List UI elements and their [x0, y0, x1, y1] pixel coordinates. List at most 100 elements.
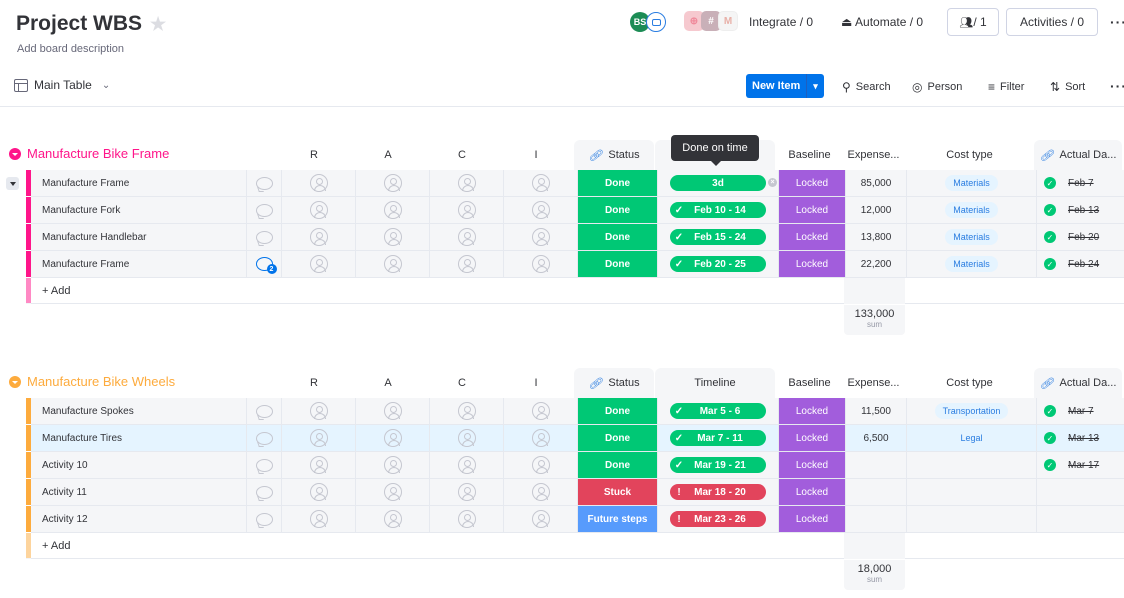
column-header-c[interactable]: C [425, 368, 499, 398]
item-name[interactable]: Manufacture Fork [31, 197, 247, 224]
cost-type-cell[interactable] [907, 506, 1037, 533]
person-cell-a[interactable] [356, 170, 430, 197]
search-button[interactable]: ⚲ Search [842, 80, 891, 94]
timeline-pill[interactable]: ! Mar 18 - 20 [670, 484, 766, 500]
board-description[interactable]: Add board description [17, 43, 124, 55]
column-header-status[interactable]: 🔗︎ Status [574, 140, 654, 170]
video-call-icon[interactable] [646, 12, 666, 32]
timeline-cell[interactable]: 3d × [658, 170, 779, 197]
timeline-cell[interactable]: ✓ Mar 19 - 21 [658, 452, 779, 479]
table-row[interactable]: Manufacture Spokes Done ✓ Mar 5 - 6 Locke… [26, 398, 1124, 425]
status-cell[interactable]: Done [578, 224, 658, 251]
person-cell-r[interactable] [282, 398, 356, 425]
status-cell[interactable]: Done [578, 425, 658, 452]
add-item-row[interactable]: + Add [26, 277, 1124, 304]
updates-cell[interactable] [247, 479, 282, 506]
sort-button[interactable]: ⇅ Sort [1050, 80, 1085, 94]
activities-button[interactable]: Activities / 0 [1006, 8, 1098, 36]
expense-cell[interactable]: 6,500 [846, 425, 907, 452]
person-cell-c[interactable] [430, 425, 504, 452]
group-title[interactable]: Manufacture Bike Wheels [9, 374, 175, 389]
status-cell[interactable]: Stuck [578, 479, 658, 506]
person-cell-r[interactable] [282, 197, 356, 224]
column-header-r[interactable]: R [277, 368, 351, 398]
baseline-cell[interactable]: Locked [779, 398, 846, 425]
add-update-icon[interactable] [255, 203, 273, 217]
person-cell-a[interactable] [356, 425, 430, 452]
expense-sum[interactable]: 18,000 sum [844, 560, 905, 590]
add-update-icon[interactable] [255, 485, 273, 499]
updates-cell[interactable]: 2 [247, 251, 282, 278]
updates-cell[interactable] [247, 197, 282, 224]
person-cell-a[interactable] [356, 452, 430, 479]
item-name[interactable]: Manufacture Frame [31, 251, 247, 278]
expense-cell[interactable] [846, 452, 907, 479]
actual-date-cell[interactable]: ✓ Mar 13 [1037, 425, 1124, 452]
timeline-cell[interactable]: ✓ Feb 15 - 24 [658, 224, 779, 251]
add-update-icon[interactable] [255, 431, 273, 445]
table-row[interactable]: Activity 10 Done ✓ Mar 19 - 21 Locked ✓ Ma… [26, 452, 1124, 479]
expense-cell[interactable]: 11,500 [846, 398, 907, 425]
add-item-input[interactable]: + Add [31, 285, 70, 297]
actual-date-cell[interactable] [1037, 506, 1124, 533]
item-name[interactable]: Activity 11 [31, 479, 247, 506]
more-options-icon[interactable]: ··· [1110, 14, 1124, 30]
group-title[interactable]: Manufacture Bike Frame [9, 146, 169, 161]
person-cell-r[interactable] [282, 425, 356, 452]
cost-type-cell[interactable]: Materials [907, 251, 1037, 278]
members-button[interactable]: 👥︎ / 1 [947, 8, 999, 36]
actual-date-cell[interactable]: ✓ Mar 17 [1037, 452, 1124, 479]
item-name[interactable]: Manufacture Tires [31, 425, 247, 452]
actual-date-cell[interactable] [1037, 479, 1124, 506]
board-title-text[interactable]: Project WBS [16, 12, 142, 36]
updates-cell[interactable] [247, 425, 282, 452]
person-cell-i[interactable] [504, 398, 578, 425]
item-name[interactable]: Manufacture Frame [31, 170, 247, 197]
add-update-icon[interactable] [255, 458, 273, 472]
person-cell-r[interactable] [282, 479, 356, 506]
person-cell-r[interactable] [282, 452, 356, 479]
updates-cell[interactable] [247, 506, 282, 533]
column-header-baseline[interactable]: Baseline [776, 368, 843, 398]
add-item-row[interactable]: + Add [26, 532, 1124, 559]
integrate-button[interactable]: Integrate / 0 [749, 15, 813, 29]
column-header-baseline[interactable]: Baseline [776, 140, 843, 170]
timeline-cell[interactable]: ! Mar 23 - 26 [658, 506, 779, 533]
table-row[interactable]: Manufacture Handlebar Done ✓ Feb 15 - 24 … [26, 224, 1124, 251]
person-cell-r[interactable] [282, 251, 356, 278]
status-cell[interactable]: Future steps [578, 506, 658, 533]
expense-cell[interactable]: 13,800 [846, 224, 907, 251]
actual-date-cell[interactable]: ✓ Feb 20 [1037, 224, 1124, 251]
person-cell-i[interactable] [504, 170, 578, 197]
person-cell-c[interactable] [430, 224, 504, 251]
timeline-cell[interactable]: ✓ Feb 20 - 25 [658, 251, 779, 278]
column-header-c[interactable]: C [425, 140, 499, 170]
add-update-icon[interactable] [255, 230, 273, 244]
table-row[interactable]: Manufacture Fork Done ✓ Feb 10 - 14 Locke… [26, 197, 1124, 224]
person-cell-c[interactable] [430, 197, 504, 224]
timeline-pill[interactable]: ! Mar 23 - 26 [670, 511, 766, 527]
column-header-actual[interactable]: 🔗︎ Actual Da... [1034, 368, 1122, 398]
baseline-cell[interactable]: Locked [779, 251, 846, 278]
baseline-cell[interactable]: Locked [779, 170, 846, 197]
person-cell-i[interactable] [504, 251, 578, 278]
expense-cell[interactable] [846, 479, 907, 506]
timeline-pill[interactable]: 3d × [670, 175, 777, 191]
automate-button[interactable]: ⏏ Automate / 0 [841, 15, 923, 29]
status-cell[interactable]: Done [578, 398, 658, 425]
board-title[interactable]: Project WBS ★ [16, 12, 166, 36]
timeline-pill[interactable]: ✓ Feb 10 - 14 [670, 202, 766, 218]
new-item-label[interactable]: New Item [746, 80, 806, 92]
column-header-timeline[interactable]: Timeline [655, 368, 775, 398]
integration-icons[interactable]: ⊕ # M [684, 11, 738, 31]
column-header-cost-type[interactable]: Cost type [905, 140, 1034, 170]
person-cell-a[interactable] [356, 398, 430, 425]
add-update-icon[interactable] [255, 176, 273, 190]
table-row[interactable]: Manufacture Tires Done ✓ Mar 7 - 11 Locke… [26, 425, 1124, 452]
baseline-cell[interactable]: Locked [779, 197, 846, 224]
person-cell-i[interactable] [504, 224, 578, 251]
item-name[interactable]: Manufacture Spokes [31, 398, 247, 425]
person-cell-a[interactable] [356, 506, 430, 533]
person-cell-a[interactable] [356, 479, 430, 506]
filter-button[interactable]: ≡ Filter [988, 80, 1024, 94]
